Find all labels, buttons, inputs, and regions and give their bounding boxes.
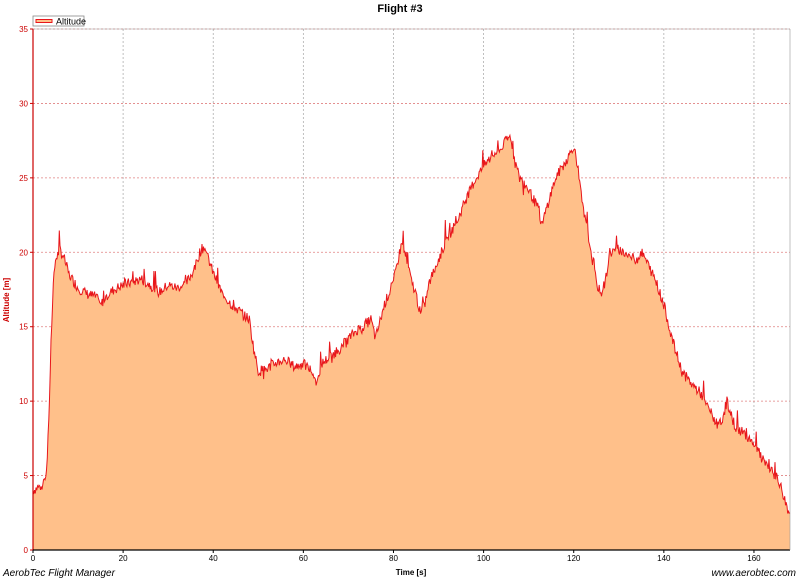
y-tick-label: 0 xyxy=(24,546,29,555)
x-tick-label: 40 xyxy=(209,554,218,563)
chart-title: Flight #3 xyxy=(377,3,422,15)
y-tick-label: 20 xyxy=(19,248,28,257)
x-tick-label: 60 xyxy=(299,554,308,563)
legend-entry-altitude: Altitude xyxy=(56,17,86,27)
x-tick-label: 140 xyxy=(657,554,671,563)
footer-website: www.aerobtec.com xyxy=(712,568,796,579)
x-tick-label: 100 xyxy=(477,554,491,563)
y-tick-label: 15 xyxy=(19,323,28,332)
x-tick-label: 20 xyxy=(119,554,128,563)
x-tick-label: 0 xyxy=(31,554,36,563)
x-axis-label: Time [s] xyxy=(396,568,427,577)
x-tick-label: 80 xyxy=(389,554,398,563)
y-axis-label: Altitude [m] xyxy=(2,277,11,322)
y-tick-label: 30 xyxy=(19,99,28,108)
x-tick-label: 120 xyxy=(567,554,581,563)
legend-swatch xyxy=(35,19,53,23)
x-tick-label: 160 xyxy=(747,554,761,563)
y-tick-label: 25 xyxy=(19,174,28,183)
legend: Altitude xyxy=(32,15,86,27)
footer-app-name: AerobTec Flight Manager xyxy=(2,568,116,579)
altitude-chart: Flight #3 0 5 10 15 20 25 30 35 0 20 40 60 80 100 120… xyxy=(0,0,800,579)
y-tick-label: 5 xyxy=(24,472,29,481)
y-tick-label: 35 xyxy=(19,25,28,34)
y-tick-label: 10 xyxy=(19,397,28,406)
